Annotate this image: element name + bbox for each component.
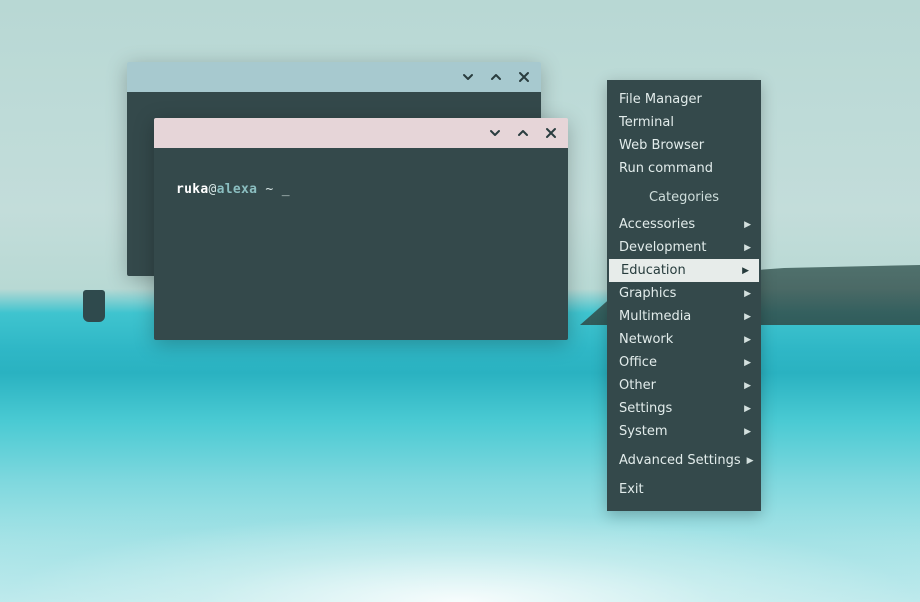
close-button[interactable] [540, 122, 562, 144]
submenu-arrow-icon: ▶ [744, 289, 751, 299]
submenu-arrow-icon: ▶ [742, 266, 749, 276]
menu-item-label: Network [619, 332, 673, 347]
submenu-arrow-icon: ▶ [747, 456, 754, 466]
menu-item-label: Web Browser [619, 138, 704, 153]
menu-item-label: File Manager [619, 92, 702, 107]
minimize-button[interactable] [484, 122, 506, 144]
menu-item-label: Education [621, 263, 686, 278]
menu-item-label: Office [619, 355, 657, 370]
menu-item-category[interactable]: Multimedia ▶ [607, 305, 761, 328]
menu-item-label: Other [619, 378, 656, 393]
submenu-arrow-icon: ▶ [744, 335, 751, 345]
close-button[interactable] [513, 66, 535, 88]
minimize-button[interactable] [457, 66, 479, 88]
menu-item-category[interactable]: Network ▶ [607, 328, 761, 351]
submenu-arrow-icon: ▶ [744, 243, 751, 253]
submenu-arrow-icon: ▶ [744, 312, 751, 322]
maximize-button[interactable] [485, 66, 507, 88]
menu-item-category[interactable]: System ▶ [607, 420, 761, 443]
menu-categories-heading: Categories [607, 180, 761, 213]
application-menu[interactable]: File Manager Terminal Web Browser Run comma… [607, 80, 761, 511]
wallpaper-rock [83, 290, 105, 322]
menu-item-label: Exit [619, 482, 644, 497]
menu-item-app[interactable]: Run command [607, 157, 761, 180]
menu-item-category[interactable]: Office ▶ [607, 351, 761, 374]
prompt-host: alexa [217, 182, 258, 197]
titlebar-active[interactable] [154, 118, 568, 148]
menu-item-label: Multimedia [619, 309, 691, 324]
prompt-tail: ~ [257, 182, 281, 197]
titlebar-inactive[interactable] [127, 62, 541, 92]
terminal-body-active[interactable]: ruka@alexa ~ _ [154, 148, 568, 340]
menu-item-advanced-settings[interactable]: Advanced Settings ▶ [607, 449, 761, 472]
menu-item-label: Accessories [619, 217, 695, 232]
submenu-arrow-icon: ▶ [744, 381, 751, 391]
menu-item-app[interactable]: File Manager [607, 88, 761, 111]
prompt-cursor: _ [282, 182, 290, 197]
menu-item-category[interactable]: Other ▶ [607, 374, 761, 397]
submenu-arrow-icon: ▶ [744, 427, 751, 437]
submenu-arrow-icon: ▶ [744, 404, 751, 414]
menu-item-label: Run command [619, 161, 713, 176]
submenu-arrow-icon: ▶ [744, 358, 751, 368]
menu-item-category[interactable]: Development ▶ [607, 236, 761, 259]
menu-item-category[interactable]: Graphics ▶ [607, 282, 761, 305]
menu-item-app[interactable]: Terminal [607, 111, 761, 134]
menu-item-exit[interactable]: Exit [607, 478, 761, 501]
menu-item-label: Advanced Settings [619, 453, 741, 468]
menu-item-label: System [619, 424, 667, 439]
menu-item-category[interactable]: Education ▶ [609, 259, 759, 282]
prompt-at: @ [209, 182, 217, 197]
menu-item-label: Development [619, 240, 707, 255]
menu-item-category[interactable]: Accessories ▶ [607, 213, 761, 236]
maximize-button[interactable] [512, 122, 534, 144]
prompt-user: ruka [176, 182, 209, 197]
menu-item-label: Terminal [619, 115, 674, 130]
menu-item-label: Settings [619, 401, 672, 416]
submenu-arrow-icon: ▶ [744, 220, 751, 230]
terminal-window-active[interactable]: ruka@alexa ~ _ [154, 118, 568, 340]
menu-item-category[interactable]: Settings ▶ [607, 397, 761, 420]
wallpaper-foam [0, 512, 920, 602]
menu-item-app[interactable]: Web Browser [607, 134, 761, 157]
menu-item-label: Graphics [619, 286, 676, 301]
